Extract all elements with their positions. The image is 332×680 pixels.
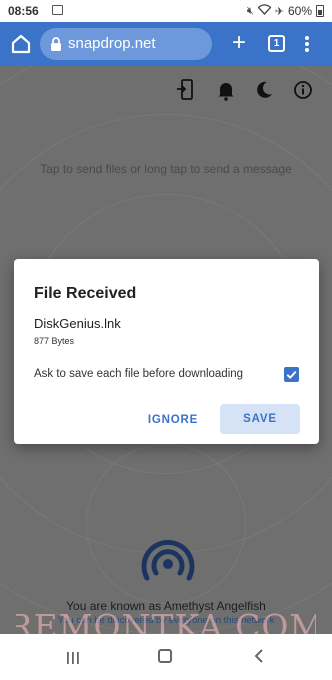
status-bar: 08:56 🔇︎ ✈ 60% bbox=[0, 0, 332, 22]
info-icon[interactable] bbox=[291, 78, 315, 102]
file-size: 877 Bytes bbox=[34, 336, 75, 346]
home-icon[interactable] bbox=[8, 31, 34, 57]
home-nav-icon[interactable] bbox=[158, 649, 172, 663]
snapdrop-logo-icon bbox=[137, 532, 199, 594]
notifications-bell-icon[interactable] bbox=[214, 78, 238, 102]
overflow-menu-icon[interactable] bbox=[300, 31, 314, 57]
ask-before-download-checkbox[interactable] bbox=[284, 367, 299, 382]
dialog-title: File Received bbox=[34, 285, 137, 302]
discoverable-text: You can be discovered by everyone on thi… bbox=[57, 615, 275, 626]
airplane-icon: ✈ bbox=[274, 5, 284, 18]
file-received-dialog: File Received DiskGenius.lnk 877 Bytes A… bbox=[14, 259, 319, 444]
battery-icon bbox=[316, 5, 324, 17]
mute-icon: 🔇︎ bbox=[246, 4, 254, 17]
send-hint-text: Tap to send files or long tap to send a … bbox=[40, 162, 292, 176]
device-name-text: You are known as Amethyst Angelfish bbox=[66, 599, 266, 613]
system-nav-bar bbox=[0, 634, 332, 680]
status-icons: 🔇︎ ✈ 60% bbox=[247, 4, 324, 18]
url-text: snapdrop.net bbox=[68, 35, 156, 52]
save-button[interactable]: SAVE bbox=[220, 404, 300, 434]
checkmark-icon bbox=[286, 370, 297, 379]
image-notification-icon bbox=[52, 5, 63, 15]
wifi-icon bbox=[257, 4, 272, 18]
lock-icon bbox=[49, 36, 63, 52]
dark-mode-moon-icon[interactable] bbox=[252, 78, 276, 102]
recents-icon[interactable] bbox=[66, 651, 80, 664]
file-name: DiskGenius.lnk bbox=[34, 316, 121, 331]
install-app-icon[interactable] bbox=[174, 78, 198, 102]
tab-switcher-button[interactable]: 1 bbox=[268, 35, 285, 52]
browser-toolbar: snapdrop.net + 1 bbox=[0, 22, 332, 66]
ignore-button[interactable]: IGNORE bbox=[136, 405, 210, 435]
address-bar[interactable]: snapdrop.net bbox=[40, 28, 212, 60]
page-header-icons bbox=[0, 78, 332, 106]
ask-before-download-label: Ask to save each file before downloading bbox=[34, 368, 244, 380]
new-tab-button[interactable]: + bbox=[226, 31, 252, 57]
battery-percent: 60% bbox=[287, 4, 312, 18]
status-time: 08:56 bbox=[8, 4, 39, 18]
back-icon[interactable] bbox=[252, 648, 266, 664]
